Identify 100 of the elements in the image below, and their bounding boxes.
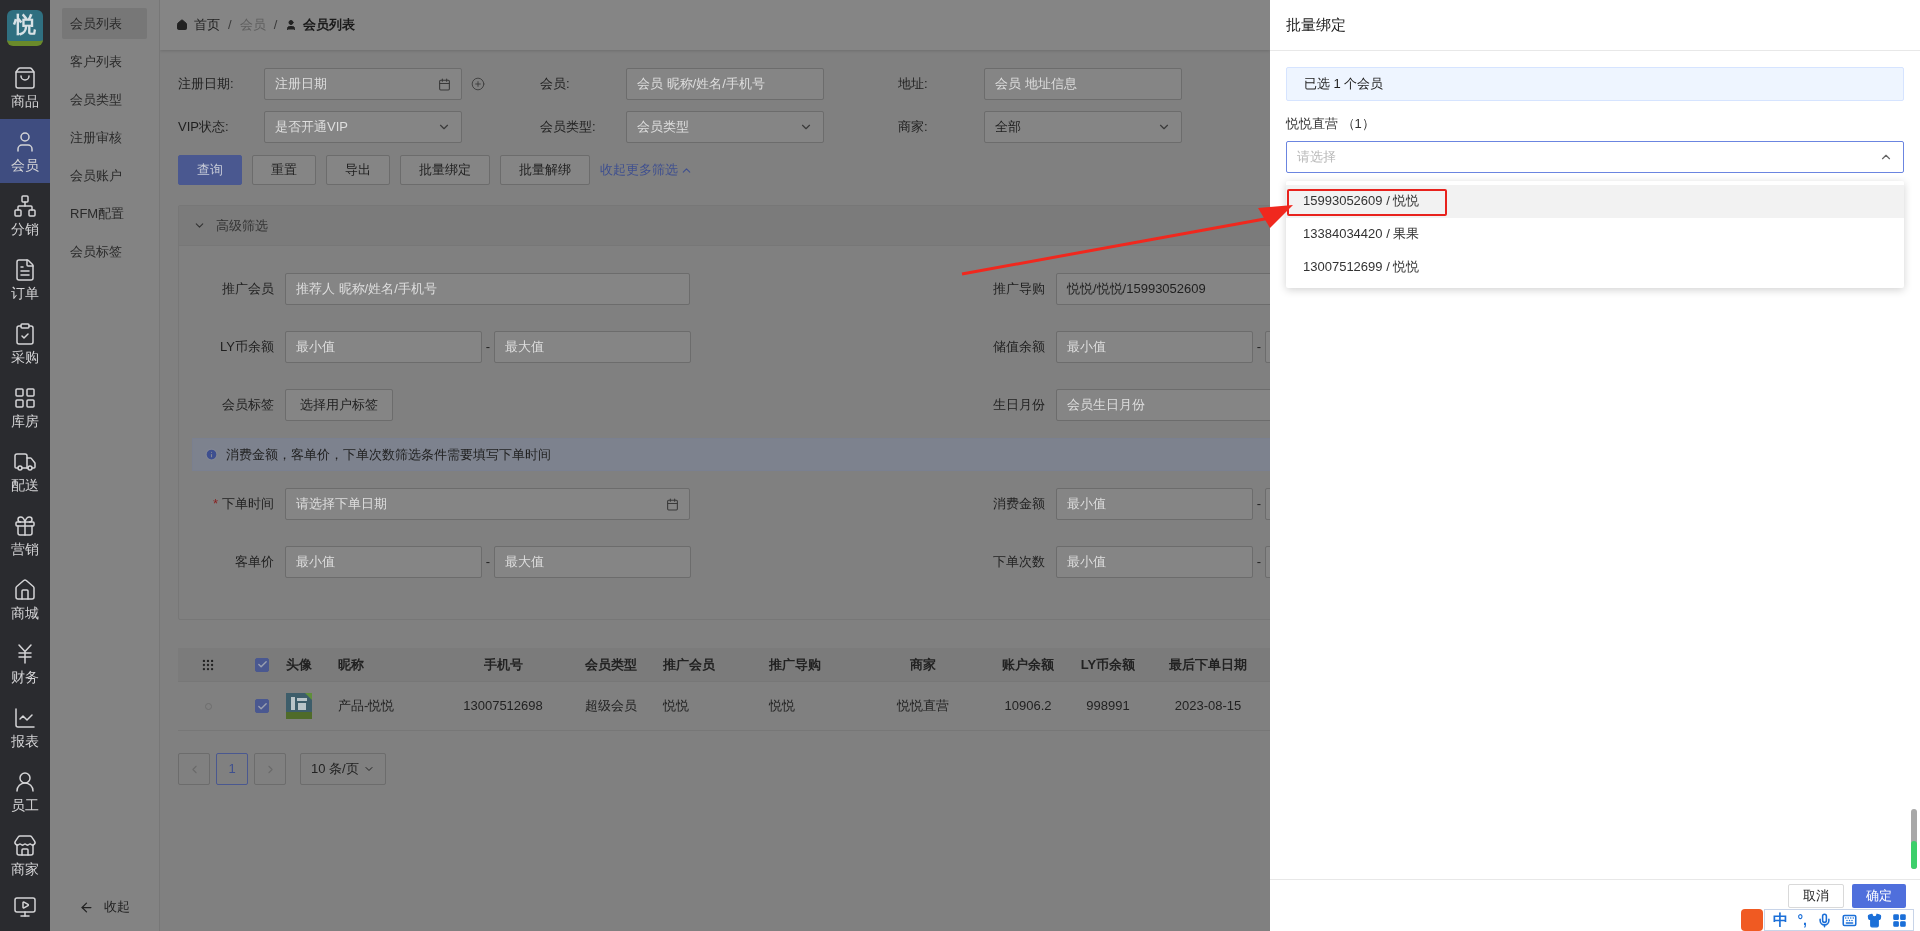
input-field[interactable]: 最小值	[285, 331, 482, 363]
nav-item[interactable]: 商家	[0, 823, 50, 887]
toolbar-button[interactable]: 导出	[326, 155, 390, 185]
sub-nav-item[interactable]: 会员标签	[62, 236, 147, 267]
sub-nav-item[interactable]: 会员类型	[62, 84, 147, 115]
table-cell-text: 悦悦直营	[897, 697, 949, 716]
table-cell-text: 产品-悦悦	[338, 697, 395, 716]
select-tags-button[interactable]: 选择用户标签	[285, 389, 393, 421]
nav-item[interactable]: 财务	[0, 631, 50, 695]
field-label: 客单价	[235, 553, 274, 572]
nav-item[interactable]: 营销	[0, 503, 50, 567]
sub-nav-item[interactable]: 会员列表	[62, 8, 147, 39]
sub-nav-item[interactable]: RFM配置	[62, 198, 147, 229]
breadcrumb-separator: /	[273, 16, 278, 35]
input-field[interactable]: 最小值	[1056, 546, 1253, 578]
input-field[interactable]: 会员生日月份	[1056, 389, 1270, 421]
nav-item[interactable]: 员工	[0, 759, 50, 823]
nav-item[interactable]: 报表	[0, 695, 50, 759]
drawer-button[interactable]: 取消	[1788, 884, 1844, 908]
logo: 悦	[7, 9, 43, 46]
drawer-title: 批量绑定	[1286, 14, 1346, 35]
toolbar-button[interactable]: 批量绑定	[400, 155, 490, 185]
column-header: 昵称	[338, 655, 364, 674]
nav-item[interactable]: 库房	[0, 375, 50, 439]
required-mark: *	[212, 495, 218, 514]
column-header: 推广导购	[769, 655, 821, 674]
sub-nav-item[interactable]: 会员账户	[62, 160, 147, 191]
nav-item[interactable]: 订单	[0, 247, 50, 311]
table-cell-text: 悦悦	[663, 697, 689, 716]
field-label: 生日月份	[993, 396, 1045, 415]
date-field[interactable]: 注册日期	[264, 68, 462, 100]
breadcrumb-separator: /	[228, 16, 232, 35]
select-field[interactable]: 是否开通VIP	[264, 111, 462, 143]
drawer-button[interactable]: 确定	[1852, 884, 1906, 908]
selection-notice: 已选 1 个会员	[1286, 67, 1904, 101]
input-field[interactable]: 最大值	[494, 546, 691, 578]
nav-item[interactable]: 采购	[0, 311, 50, 375]
column-header: 账户余额	[1002, 655, 1054, 674]
field-label: 储值余额	[993, 338, 1045, 357]
input-field[interactable]: 会员 昵称/姓名/手机号	[626, 68, 824, 100]
range-dash: -	[1255, 553, 1263, 572]
column-header: 推广会员	[663, 655, 715, 674]
toolbar-button[interactable]: 重置	[252, 155, 316, 185]
nav-item[interactable]: 商品	[0, 55, 50, 119]
input-field[interactable]: 最小值	[1056, 488, 1253, 520]
date-field[interactable]: 请选择下单日期	[285, 488, 690, 520]
nav-item[interactable]: 商城	[0, 567, 50, 631]
field-label: 地址:	[898, 75, 929, 94]
ime-punctuation[interactable]: °,	[1797, 909, 1807, 931]
column-header: LY币余额	[1080, 655, 1136, 674]
input-field[interactable]: 推荐人 昵称/姓名/手机号	[285, 273, 690, 305]
range-dash: -	[1255, 338, 1263, 357]
field-label: VIP状态:	[178, 118, 230, 137]
field-label: 商家:	[898, 118, 929, 137]
dropdown-option[interactable]: 13384034420 / 果果	[1286, 217, 1904, 251]
table-cell-text: 悦悦	[769, 697, 795, 716]
panel-header[interactable]: 高级筛选	[179, 206, 1270, 246]
nav-item[interactable]: 配送	[0, 439, 50, 503]
range-dash: -	[1255, 495, 1263, 514]
column-header: 商家	[910, 655, 936, 674]
field-label: 下单时间	[222, 495, 274, 514]
field-label: 消费金额	[993, 495, 1045, 514]
sub-nav-item[interactable]: 客户列表	[62, 46, 147, 77]
column-header: 会员类型	[584, 655, 637, 674]
input-field[interactable]: 悦悦/悦悦/15993052609	[1056, 273, 1270, 305]
page-size-select[interactable]: 10 条/页	[300, 753, 386, 785]
field-label: 下单次数	[993, 553, 1045, 572]
dropdown-option[interactable]: 15993052609 / 悦悦	[1286, 184, 1904, 218]
input-field[interactable]: 最大值	[494, 331, 691, 363]
table-cell-text: 10906.2	[1004, 697, 1052, 716]
dropdown-option[interactable]: 13007512699 / 悦悦	[1286, 250, 1904, 284]
breadcrumb-item[interactable]: 首页	[194, 15, 220, 35]
field-label: LY币余额	[220, 338, 274, 357]
field-label: 注册日期:	[178, 75, 235, 94]
table-cell-text: 13007512698	[463, 697, 543, 716]
breadcrumb-item: 会员列表	[303, 16, 356, 35]
ime-mode[interactable]: 中	[1772, 908, 1788, 931]
column-header: 头像	[286, 655, 312, 674]
field-label: 推广会员	[222, 280, 274, 299]
field-label: 会员:	[540, 75, 571, 94]
select-field[interactable]: 会员类型	[626, 111, 824, 143]
input-field[interactable]: 最小值	[285, 546, 482, 578]
nav-item[interactable]: 会员	[0, 119, 50, 183]
nav-item[interactable]: 分销	[0, 183, 50, 247]
sub-nav-item[interactable]: 注册审核	[62, 122, 147, 153]
column-header: 最后下单日期	[1169, 655, 1247, 674]
toolbar-button[interactable]: 查询	[178, 155, 242, 185]
table-cell-text: 超级会员	[584, 697, 637, 716]
field-label: 悦悦直营 （1）	[1286, 115, 1376, 133]
field-label: 会员标签	[222, 396, 274, 415]
field-label: 会员类型:	[540, 118, 597, 137]
collapse-button[interactable]: 收起	[62, 891, 147, 923]
toolbar-button[interactable]: 批量解绑	[500, 155, 590, 185]
range-dash: -	[484, 553, 492, 572]
info-notice: 消费金额，客单价，下单次数筛选条件需要填写下单时间	[192, 438, 1270, 471]
input-field[interactable]: 最小值	[1056, 331, 1253, 363]
input-field[interactable]: 会员 地址信息	[984, 68, 1182, 100]
select-field[interactable]: 全部	[984, 111, 1182, 143]
column-header: 手机号	[483, 655, 523, 674]
range-dash: -	[484, 338, 492, 357]
